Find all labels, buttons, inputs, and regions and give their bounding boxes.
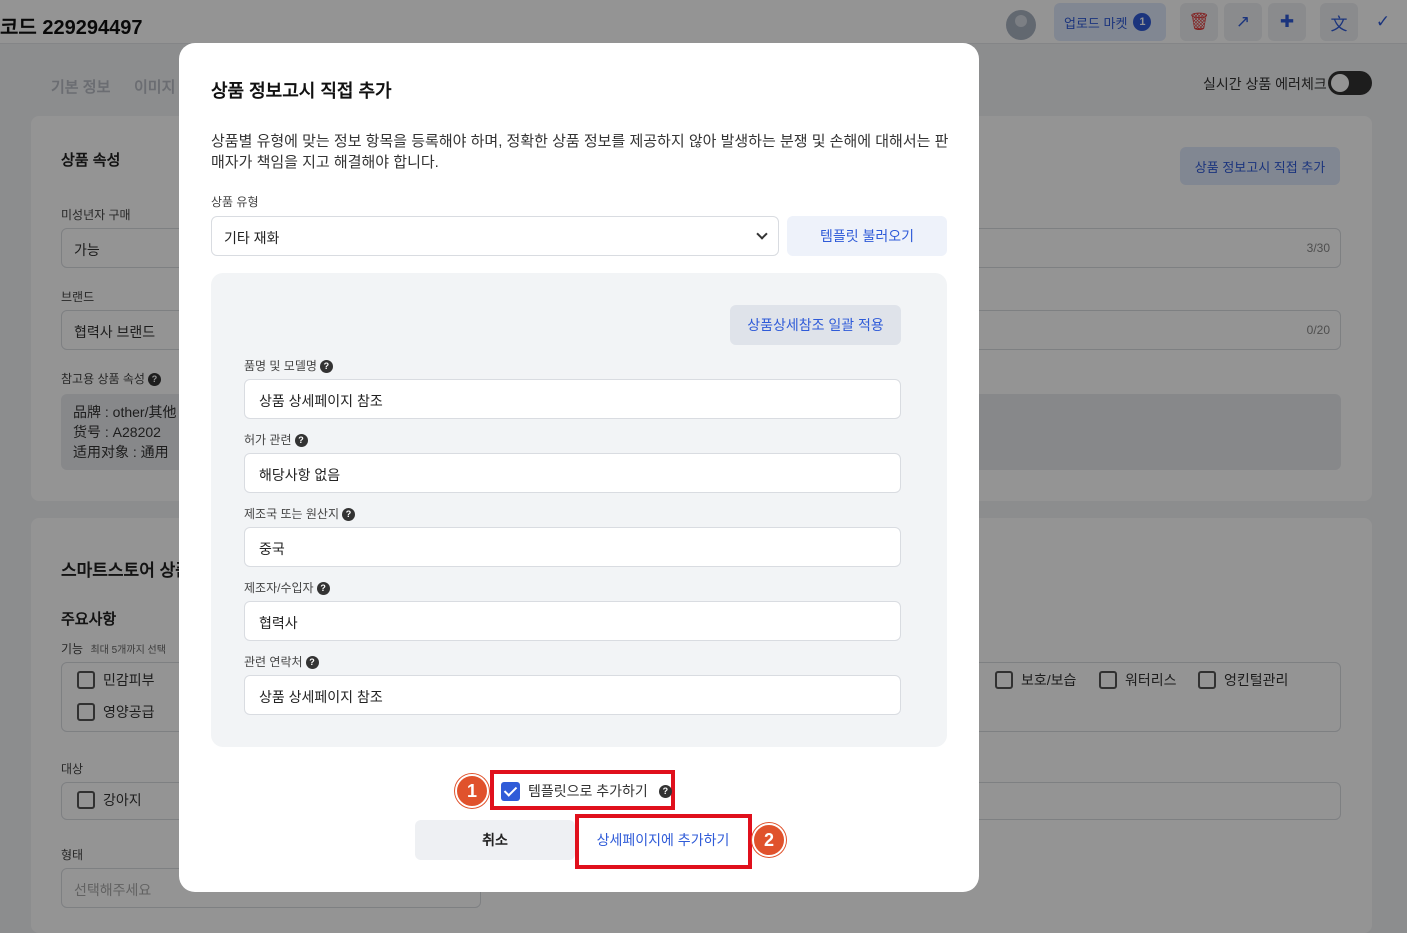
cancel-button[interactable]: 취소 — [415, 820, 575, 860]
contact-input[interactable]: 상품 상세페이지 참조 — [244, 675, 901, 715]
help-icon: ? — [305, 656, 319, 670]
help-icon: ? — [658, 784, 672, 798]
checkbox-checked-icon[interactable] — [501, 781, 520, 801]
manufacturer-input[interactable]: 협력사 — [244, 601, 901, 641]
step-1-marker: 1 — [455, 774, 489, 808]
help-icon: ? — [316, 582, 330, 596]
chevron-down-icon — [756, 228, 768, 240]
template-checkbox[interactable]: 템플릿으로 추가하기 ? — [501, 781, 672, 801]
field-label: 제조자/수입자? — [244, 579, 330, 596]
add-to-detail-page-button[interactable]: 상세페이지에 추가하기 — [582, 820, 744, 860]
template-checkbox-label: 템플릿으로 추가하기 — [528, 783, 648, 799]
product-type-value: 기타 재화 — [224, 230, 280, 246]
field-label: 제조국 또는 원산지? — [244, 505, 355, 522]
notice-fields-panel: 상품상세참조 일괄 적용 품명 및 모델명? 상품 상세페이지 참조 허가 관련… — [211, 273, 947, 747]
bulk-apply-button[interactable]: 상품상세참조 일괄 적용 — [730, 305, 901, 345]
field-label: 허가 관련? — [244, 431, 308, 448]
modal-description: 상품별 유형에 맞는 정보 항목을 등록해야 하며, 정확한 상품 정보를 제공… — [211, 133, 949, 171]
product-type-select[interactable]: 기타 재화 — [211, 216, 779, 256]
help-icon: ? — [319, 360, 333, 374]
step-2-marker: 2 — [752, 823, 786, 857]
field-label: 품명 및 모델명? — [244, 357, 333, 374]
help-icon: ? — [294, 434, 308, 448]
origin-input[interactable]: 중국 — [244, 527, 901, 567]
notice-modal: 상품 정보고시 직접 추가 상품별 유형에 맞는 정보 항목을 등록해야 하며,… — [179, 43, 979, 892]
product-name-input[interactable]: 상품 상세페이지 참조 — [244, 379, 901, 419]
load-template-button[interactable]: 템플릿 불러오기 — [787, 216, 947, 256]
modal-title: 상품 정보고시 직접 추가 — [211, 81, 392, 101]
help-icon: ? — [342, 508, 355, 522]
field-label: 관련 연락처? — [244, 653, 319, 670]
permit-input[interactable]: 해당사항 없음 — [244, 453, 901, 493]
product-type-label: 상품 유형 — [211, 195, 259, 209]
